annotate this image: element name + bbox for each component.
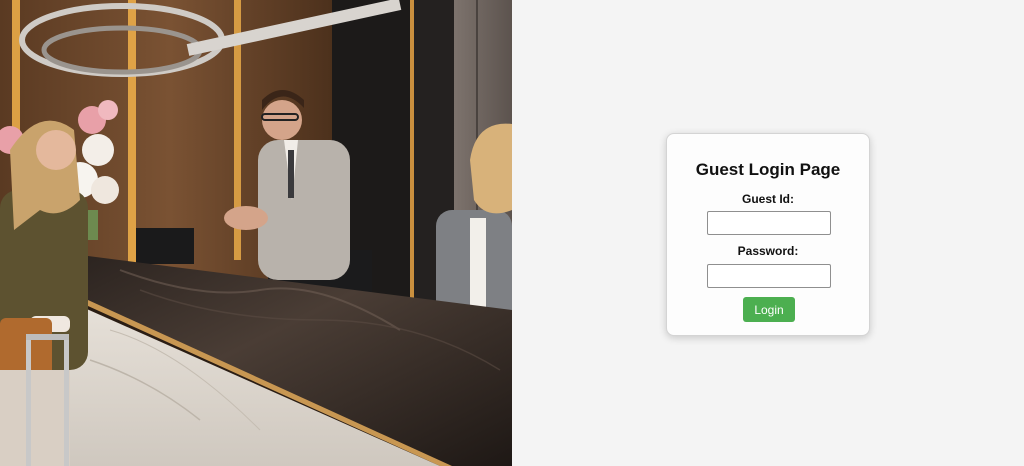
login-card: Guest Login Page Guest Id: Password: Log… bbox=[666, 133, 870, 336]
guest-id-label: Guest Id: bbox=[741, 192, 794, 206]
password-label: Password: bbox=[737, 244, 799, 258]
login-area: Guest Login Page Guest Id: Password: Log… bbox=[512, 0, 1024, 466]
hotel-reception-photo bbox=[0, 0, 512, 466]
password-input[interactable] bbox=[707, 264, 831, 288]
guest-id-input[interactable] bbox=[707, 211, 831, 235]
login-button[interactable]: Login bbox=[743, 297, 795, 322]
guest-login-page: Guest Login Page Guest Id: Password: Log… bbox=[0, 0, 1024, 466]
login-title: Guest Login Page bbox=[695, 160, 841, 179]
hotel-reception-illustration bbox=[0, 0, 512, 466]
